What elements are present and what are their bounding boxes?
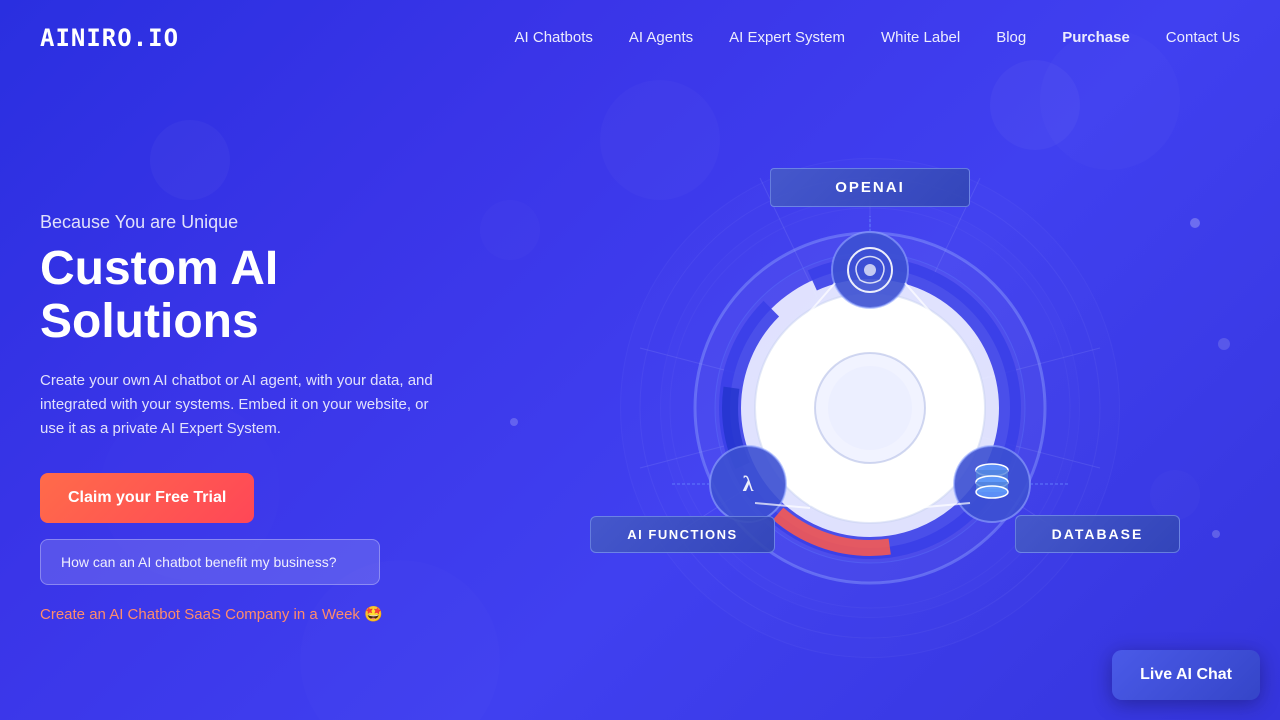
diagram-svg: λ xyxy=(610,148,1130,668)
tagline: Because You are Unique xyxy=(40,212,500,233)
description: Create your own AI chatbot or AI agent, … xyxy=(40,369,440,441)
cta-free-trial-button[interactable]: Claim your Free Trial xyxy=(40,473,254,523)
main-content: Because You are Unique Custom AI Solutio… xyxy=(0,76,1280,720)
deco-dot-3 xyxy=(1218,338,1230,350)
logo-text: AINIRO.IO xyxy=(40,24,179,52)
nav-ai-agents[interactable]: AI Agents xyxy=(629,29,693,46)
navbar: AINIRO.IO AI Chatbots AI Agents AI Exper… xyxy=(0,0,1280,76)
logo[interactable]: AINIRO.IO xyxy=(40,24,179,52)
ai-functions-label: AI FUNCTIONS xyxy=(590,516,775,553)
blog-link[interactable]: Create an AI Chatbot SaaS Company in a W… xyxy=(40,606,383,623)
deco-dot-2 xyxy=(1212,530,1220,538)
nav-white-label[interactable]: White Label xyxy=(881,29,960,46)
query-button[interactable]: How can an AI chatbot benefit my busines… xyxy=(40,539,380,585)
deco-dot-1 xyxy=(1190,218,1200,228)
left-panel: Because You are Unique Custom AI Solutio… xyxy=(40,192,500,624)
live-ai-chat-button[interactable]: Live AI Chat xyxy=(1112,650,1260,700)
deco-dot-4 xyxy=(510,418,518,426)
headline: Custom AI Solutions xyxy=(40,243,500,349)
svg-text:λ: λ xyxy=(743,471,754,496)
nav-links: AI Chatbots AI Agents AI Expert System W… xyxy=(515,29,1240,47)
nav-contact-us[interactable]: Contact Us xyxy=(1166,29,1240,46)
nav-blog[interactable]: Blog xyxy=(996,29,1026,46)
nav-purchase[interactable]: Purchase xyxy=(1062,29,1130,46)
nav-ai-expert-system[interactable]: AI Expert System xyxy=(729,29,845,46)
database-label: DATABASE xyxy=(1015,515,1180,553)
nav-ai-chatbots[interactable]: AI Chatbots xyxy=(515,29,593,46)
openai-label: OPENAI xyxy=(770,168,970,207)
ai-diagram: λ xyxy=(610,148,1130,668)
right-panel: λ xyxy=(500,118,1240,698)
